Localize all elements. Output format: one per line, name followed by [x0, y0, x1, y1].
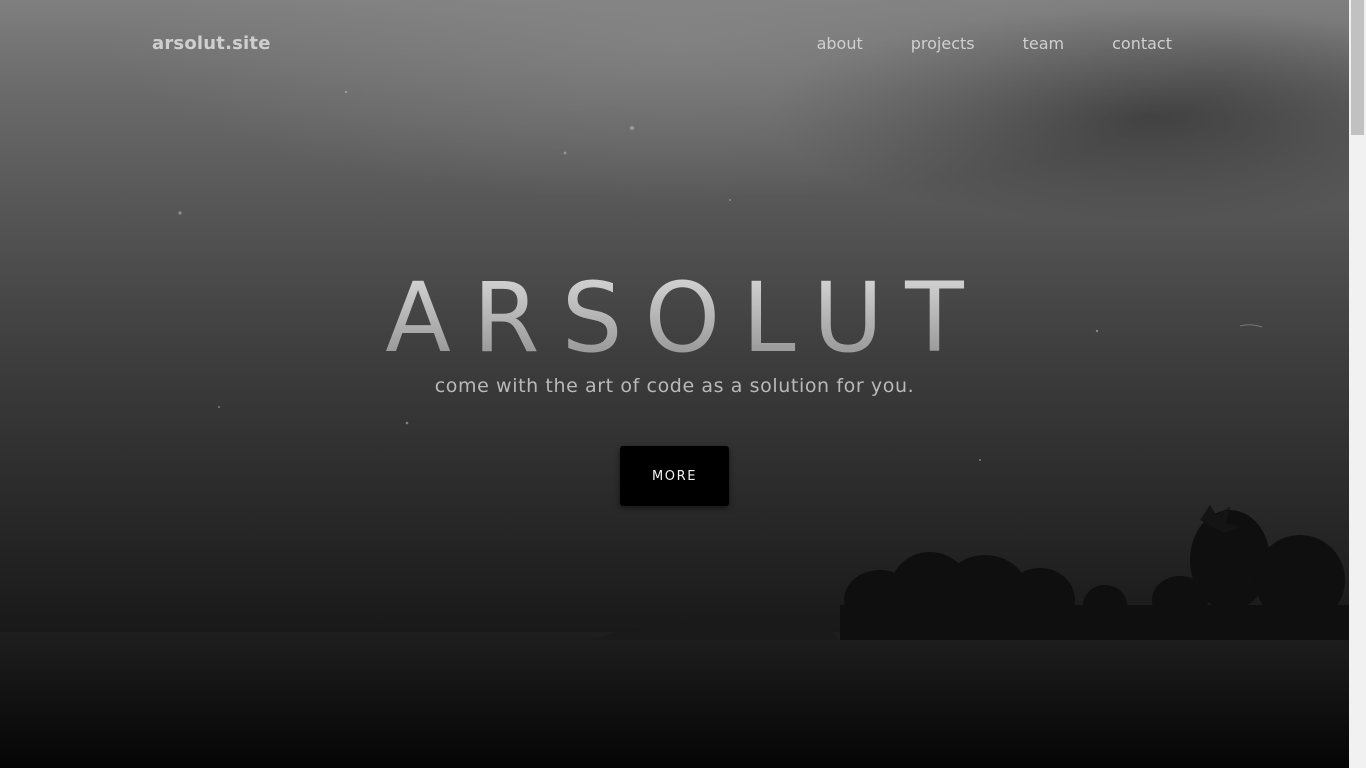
- hero-section: arsolut.site about projects team contact…: [0, 0, 1349, 768]
- nav-link-team[interactable]: team: [1023, 34, 1065, 53]
- scrollbar-thumb[interactable]: [1351, 0, 1364, 135]
- nav-links: about projects team contact: [817, 34, 1172, 53]
- more-button[interactable]: MORE: [620, 446, 729, 506]
- nav-link-about[interactable]: about: [817, 34, 863, 53]
- hero-subtitle: come with the art of code as a solution …: [434, 375, 915, 397]
- top-navbar: arsolut.site about projects team contact: [0, 0, 1349, 90]
- brand-logo-link[interactable]: arsolut.site: [152, 33, 271, 54]
- hero-title: ARSOLUT: [0, 262, 1349, 374]
- nav-link-contact[interactable]: contact: [1112, 34, 1172, 53]
- nav-link-projects[interactable]: projects: [911, 34, 975, 53]
- page-scrollbar[interactable]: [1349, 0, 1366, 768]
